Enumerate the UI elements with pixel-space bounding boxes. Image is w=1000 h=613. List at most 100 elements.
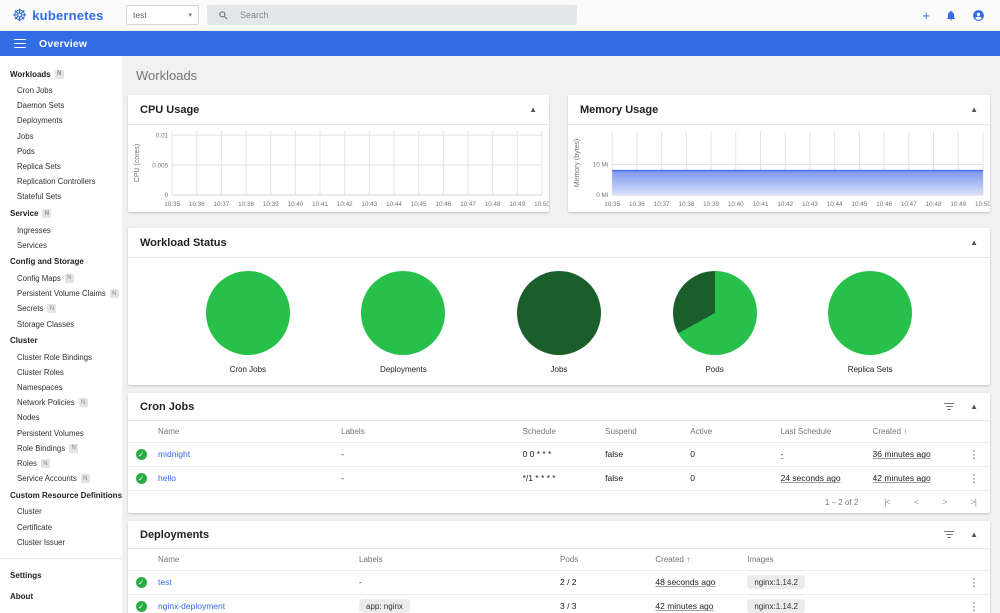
sidebar-item-cluster-issuer[interactable]: Cluster Issuer [0, 535, 122, 550]
pie-chart[interactable] [516, 271, 601, 355]
prev-page-icon[interactable]: < [914, 497, 919, 507]
sidebar-item-deployments[interactable]: Deployments [0, 113, 122, 128]
next-page-icon[interactable]: > [942, 497, 947, 507]
sidebar-item-persistent-volumes[interactable]: Persistent Volumes [0, 426, 122, 441]
sidebar-item-label: Workloads [10, 69, 51, 79]
sidebar-item-label: Roles [17, 459, 37, 469]
sidebar-item-replica-sets[interactable]: Replica Sets [0, 159, 122, 174]
created-value: 42 minutes ago [872, 473, 931, 484]
resource-name-link[interactable]: hello [158, 473, 176, 483]
pagination-buttons: |< < > >| [884, 497, 977, 507]
status-success-icon: ✓ [135, 472, 147, 484]
sidebar-item-namespaces[interactable]: Namespaces [0, 380, 122, 395]
namespaced-badge: N [47, 304, 57, 314]
column-header-suspend[interactable]: Suspend [605, 421, 690, 442]
row-menu-kebab-icon[interactable]: ⋮ [962, 448, 986, 461]
cell-last_schedule: - [780, 441, 873, 466]
collapse-up-icon[interactable]: ▲ [970, 402, 978, 411]
sidebar-item-custom-resource-definitions[interactable]: Custom Resource Definitions [0, 486, 122, 504]
cell-labels: app: nginx [359, 593, 560, 613]
collapse-up-icon[interactable]: ▲ [970, 530, 978, 539]
user-account-icon[interactable] [972, 9, 985, 22]
cell-menu: ⋮ [962, 441, 990, 466]
workload-status-pies: Cron Jobs Deployments Jobs Pods Replica Sets [128, 258, 990, 374]
menu-hamburger-icon[interactable] [14, 38, 26, 49]
sidebar-item-cluster-role-bindings[interactable]: Cluster Role Bindings [0, 350, 122, 365]
sidebar-item-roles[interactable]: Roles N [0, 456, 122, 471]
sidebar-item-cluster[interactable]: Cluster [0, 504, 122, 519]
sidebar-item-config-and-storage[interactable]: Config and Storage [0, 253, 122, 271]
sidebar-item-network-policies[interactable]: Network Policies N [0, 395, 122, 410]
first-page-icon[interactable]: |< [884, 497, 891, 507]
sidebar-item-secrets[interactable]: Secrets N [0, 301, 122, 316]
workload-status-card: Workload Status ▲ Cron Jobs Deployments Jo… [128, 228, 990, 385]
resource-name-link[interactable]: test [158, 577, 172, 587]
sidebar-item-workloads[interactable]: Workloads N [0, 65, 122, 83]
column-header-created[interactable]: Created ↑ [873, 421, 962, 442]
sidebar-item-services[interactable]: Services [0, 238, 122, 253]
sidebar-item-role-bindings[interactable]: Role Bindings N [0, 441, 122, 456]
sidebar-item-ingresses[interactable]: Ingresses [0, 223, 122, 238]
last-page-icon[interactable]: >| [970, 497, 977, 507]
column-header-active[interactable]: Active [690, 421, 780, 442]
sidebar-item-label: Storage Classes [17, 319, 75, 329]
namespaced-badge: N [80, 474, 90, 484]
pie-chart[interactable] [361, 271, 446, 355]
sidebar-item-certificate[interactable]: Certificate [0, 520, 122, 535]
svg-text:10:38: 10:38 [678, 201, 694, 208]
deployments-title: Deployments [140, 528, 210, 541]
pie-chart[interactable] [205, 271, 290, 355]
svg-text:10:46: 10:46 [876, 201, 892, 208]
row-menu-kebab-icon[interactable]: ⋮ [962, 600, 986, 613]
sidebar-item-config-maps[interactable]: Config Maps N [0, 271, 122, 286]
column-header-labels[interactable]: Labels [359, 549, 560, 570]
svg-text:0.005: 0.005 [152, 162, 168, 169]
sidebar-item-pods[interactable]: Pods [0, 144, 122, 159]
filter-icon[interactable] [944, 530, 955, 539]
filter-icon[interactable] [944, 402, 955, 411]
sidebar-item-cluster[interactable]: Cluster [0, 332, 122, 350]
sidebar-item-label: Replication Controllers [17, 177, 96, 187]
sidebar-item-storage-classes[interactable]: Storage Classes [0, 316, 122, 331]
collapse-up-icon[interactable]: ▲ [970, 105, 978, 114]
pie-chart[interactable] [672, 271, 757, 355]
sidebar-item-service-accounts[interactable]: Service Accounts N [0, 471, 122, 486]
resource-name-link[interactable]: nginx-deployment [158, 601, 225, 611]
sidebar-item-stateful-sets[interactable]: Stateful Sets [0, 189, 122, 204]
column-header-name[interactable]: Name [158, 421, 341, 442]
namespace-selector[interactable]: test ▾ [126, 5, 199, 25]
resource-name-link[interactable]: midnight [158, 449, 190, 459]
row-menu-kebab-icon[interactable]: ⋮ [962, 472, 986, 485]
sidebar-item-label: Ingresses [17, 225, 51, 235]
sidebar-item-service[interactable]: Service N [0, 205, 122, 223]
sidebar-item-label: Cluster Roles [17, 367, 64, 377]
svg-text:10:49: 10:49 [509, 201, 525, 208]
sidebar-item-cluster-roles[interactable]: Cluster Roles [0, 365, 122, 380]
column-header-name[interactable]: Name [158, 549, 359, 570]
column-header-last_schedule[interactable]: Last Schedule [781, 421, 873, 442]
sidebar-item-persistent-volume-claims[interactable]: Persistent Volume Claims N [0, 286, 122, 301]
row-menu-kebab-icon[interactable]: ⋮ [962, 576, 986, 589]
collapse-up-icon[interactable]: ▲ [970, 238, 978, 247]
column-header-schedule[interactable]: Schedule [523, 421, 606, 442]
column-header-created[interactable]: Created ↑ [655, 549, 747, 570]
column-header-labels[interactable]: Labels [341, 421, 522, 442]
sidebar-item-jobs[interactable]: Jobs [0, 129, 122, 144]
pie-chart[interactable] [828, 271, 913, 355]
cpu-usage-card: CPU Usage ▲ 10:35 10:36 10:37 10:38 10:39 10:… [128, 95, 549, 212]
column-header-images[interactable]: Images [747, 549, 962, 570]
sidebar-item-cron-jobs[interactable]: Cron Jobs [0, 83, 122, 98]
search-input[interactable]: Search [207, 5, 577, 25]
sidebar-item-label: Cluster [17, 507, 42, 517]
sidebar-item-daemon-sets[interactable]: Daemon Sets [0, 98, 122, 113]
sidebar-item-nodes[interactable]: Nodes [0, 410, 122, 425]
collapse-up-icon[interactable]: ▲ [529, 105, 537, 114]
create-resource-plus-icon[interactable]: + [922, 9, 930, 22]
cron-jobs-pagination: 1 – 2 of 2 |< < > >| [128, 490, 990, 513]
kubernetes-logo[interactable]: ☸ kubernetes [12, 7, 124, 24]
sidebar-item-replication-controllers[interactable]: Replication Controllers [0, 174, 122, 189]
notifications-bell-icon[interactable] [945, 9, 957, 22]
sidebar-item-about[interactable]: About [0, 586, 122, 607]
column-header-pods[interactable]: Pods [560, 549, 655, 570]
sidebar-item-settings[interactable]: Settings [0, 565, 122, 586]
